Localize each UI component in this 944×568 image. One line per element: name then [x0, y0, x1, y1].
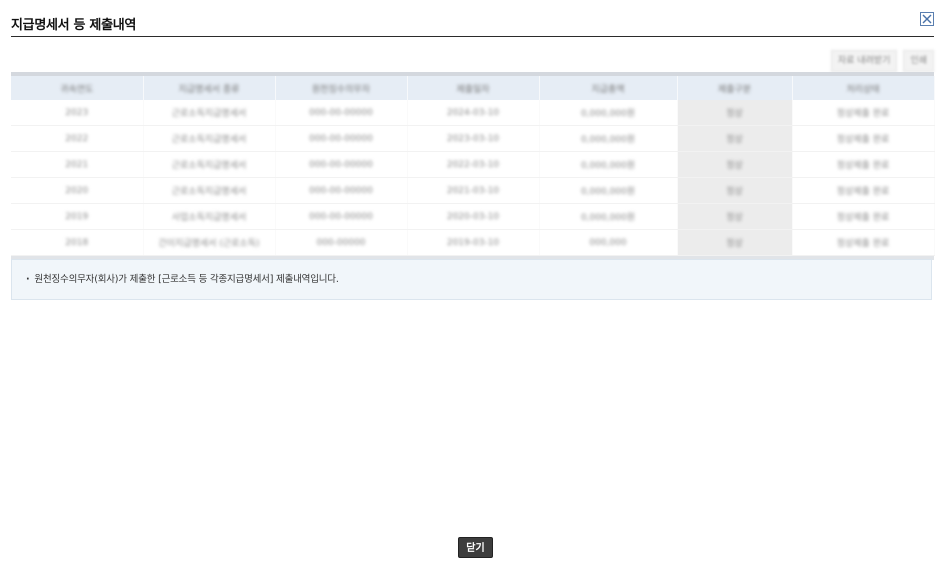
table-cell: 2019-03-10 — [407, 229, 540, 256]
col-header[interactable]: 지급총액 — [539, 76, 678, 100]
table-cell: 정상제출 완료 — [792, 151, 935, 178]
submission-history-popup: 지급명세서 등 제출내역 자료 내려받기 인쇄 귀속연도 지급명세서 종류 원천… — [0, 0, 944, 568]
table-cell: 000,000 — [539, 229, 678, 256]
table-cell: 2021 — [11, 151, 144, 178]
table-cell: 000-00-00000 — [275, 100, 408, 126]
download-button[interactable]: 자료 내려받기 — [830, 50, 898, 72]
col-header[interactable]: 원천징수의무자 — [275, 76, 408, 100]
col-header[interactable]: 처리상태 — [792, 76, 935, 100]
table-cell: 정상제출 완료 — [792, 100, 935, 126]
table-cell: 2018 — [11, 229, 144, 256]
table-cell: 2020-03-10 — [407, 203, 540, 230]
table-cell: 000-00-00000 — [275, 151, 408, 178]
table-cell: 2023 — [11, 100, 144, 126]
col-header[interactable]: 제출일자 — [407, 76, 540, 100]
table-cell: 000-00-00000 — [275, 177, 408, 204]
table-cell: 000-00-00000 — [275, 203, 408, 230]
table-cell: 0,000,000원 — [539, 125, 678, 152]
table-cell: 2021-03-10 — [407, 177, 540, 204]
table-cell: 2019 — [11, 203, 144, 230]
table-cell: 0,000,000원 — [539, 151, 678, 178]
col-header[interactable]: 제출구분 — [677, 76, 793, 100]
table-cell: 정상제출 완료 — [792, 177, 935, 204]
table-cell: 근로소득지급명세서 — [143, 177, 276, 204]
submission-table: 귀속연도 지급명세서 종류 원천징수의무자 제출일자 지급총액 제출구분 처리상… — [11, 76, 935, 256]
table-cell: 정상 — [677, 177, 793, 204]
table-cell: 간이지급명세서 (근로소득) — [143, 229, 276, 256]
notice-box: · 원천징수의무자(회사)가 제출한 [근로소득 등 각종지급명세서] 제출내역입… — [11, 259, 932, 300]
table-cell: 2024-03-10 — [407, 100, 540, 126]
table-row[interactable]: 2023 근로소득지급명세서 000-00-00000 2024-03-10 0… — [11, 100, 935, 126]
popup-title: 지급명세서 등 제출내역 — [11, 18, 137, 33]
table-cell: 000-00-00000 — [275, 125, 408, 152]
table-cell: 2022 — [11, 125, 144, 152]
table-cell: 정상 — [677, 125, 793, 152]
table-cell: 정상제출 완료 — [792, 203, 935, 230]
table-cell: 근로소득지급명세서 — [143, 151, 276, 178]
table-cell: 0,000,000원 — [539, 100, 678, 126]
table-cell: 근로소득지급명세서 — [143, 100, 276, 126]
table-cell: 정상 — [677, 151, 793, 178]
table-cell: 근로소득지급명세서 — [143, 125, 276, 152]
table-cell: 정상제출 완료 — [792, 125, 935, 152]
table-cell: 0,000,000원 — [539, 203, 678, 230]
col-header[interactable]: 귀속연도 — [11, 76, 144, 100]
table-cell: 정상 — [677, 100, 793, 126]
grid-toolbar: 자료 내려받기 인쇄 — [830, 50, 934, 72]
table-row[interactable]: 2018 간이지급명세서 (근로소득) 000-00000 2019-03-10… — [11, 229, 935, 256]
table-cell: 정상제출 완료 — [792, 229, 935, 256]
table-cell: 2023-03-10 — [407, 125, 540, 152]
table-cell: 0,000,000원 — [539, 177, 678, 204]
close-x-icon[interactable] — [920, 12, 934, 26]
col-header[interactable]: 지급명세서 종류 — [143, 76, 276, 100]
table-row[interactable]: 2022 근로소득지급명세서 000-00-00000 2023-03-10 0… — [11, 125, 935, 152]
notice-text: 원천징수의무자(회사)가 제출한 [근로소득 등 각종지급명세서] 제출내역입니… — [34, 274, 339, 285]
table-cell: 정상 — [677, 203, 793, 230]
title-bar: 지급명세서 등 제출내역 — [11, 12, 934, 37]
submission-grid: 귀속연도 지급명세서 종류 원천징수의무자 제출일자 지급총액 제출구분 처리상… — [11, 72, 935, 260]
table-row[interactable]: 2020 근로소득지급명세서 000-00-00000 2021-03-10 0… — [11, 177, 935, 204]
print-button[interactable]: 인쇄 — [903, 50, 934, 72]
table-cell: 000-00000 — [275, 229, 408, 256]
table-row[interactable]: 2019 사업소득지급명세서 000-00-00000 2020-03-10 0… — [11, 203, 935, 230]
close-button[interactable]: 닫기 — [458, 537, 493, 558]
table-header-row: 귀속연도 지급명세서 종류 원천징수의무자 제출일자 지급총액 제출구분 처리상… — [11, 76, 935, 100]
notice-bullet: · — [26, 274, 30, 285]
table-row[interactable]: 2021 근로소득지급명세서 000-00-00000 2022-03-10 0… — [11, 151, 935, 178]
table-cell: 사업소득지급명세서 — [143, 203, 276, 230]
table-cell: 2020 — [11, 177, 144, 204]
table-cell: 정상 — [677, 229, 793, 256]
table-cell: 2022-03-10 — [407, 151, 540, 178]
